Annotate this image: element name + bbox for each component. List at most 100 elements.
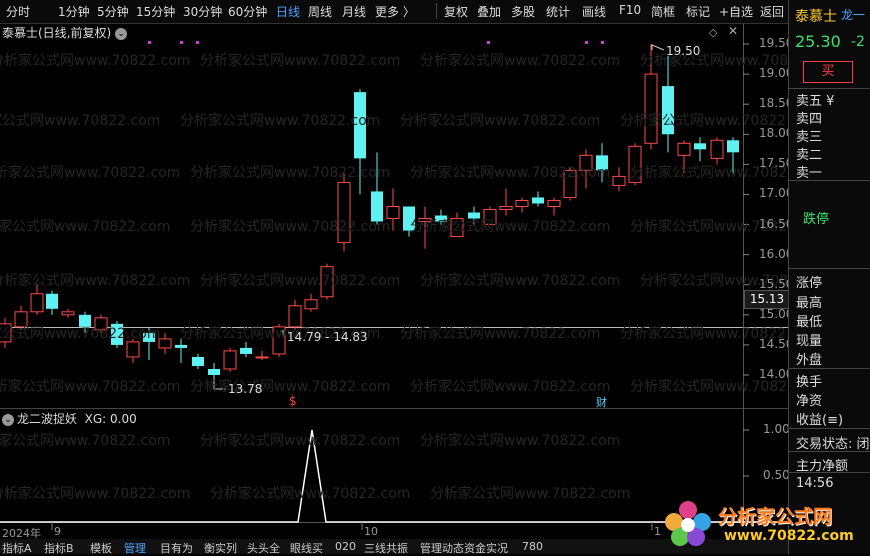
indicator-name: 龙二波捉妖 — [17, 412, 78, 426]
watermark-text: 分析家公式网www.70822.com — [190, 219, 391, 235]
field-turnover: 换手 — [796, 375, 823, 390]
divider — [789, 88, 870, 89]
watermark-text: 分析家公式网www.70822.com — [200, 53, 401, 69]
watermark-text: 分析家公式网www.70822.com — [420, 273, 621, 289]
watermark-text: 分析家公式网www.70822.com — [0, 273, 191, 289]
candle-body — [175, 344, 187, 348]
divider — [789, 472, 870, 473]
range-label: 14.79 - 14.83 — [287, 330, 368, 344]
flower-logo-icon — [665, 501, 711, 546]
watermark-text: 分析家公式网www.70822.com — [410, 165, 611, 181]
signal-dots — [148, 41, 604, 44]
candle-body — [727, 140, 739, 153]
watermark-text: 分析家公式网www.70822.com — [0, 433, 171, 449]
watermark-text: 分析家公式网www.70822.com — [400, 113, 601, 129]
watermark-text: 分析家公式网www.70822.com — [0, 486, 191, 502]
candle-body — [547, 199, 561, 207]
watermark-text: 分析家公式网www.70822.com — [190, 165, 391, 181]
watermark-text: 分析家公式网www.70822.com — [400, 326, 601, 342]
ask-level-3: 卖三 — [796, 130, 823, 145]
candle-body — [612, 175, 626, 186]
divider — [789, 368, 870, 369]
candle-body — [304, 299, 318, 310]
divider — [789, 180, 870, 181]
logo-url: www.70822.com — [724, 528, 854, 544]
candle-body — [710, 139, 724, 159]
time-display: 14:56 — [796, 476, 834, 491]
signal-dot — [487, 41, 490, 44]
candle-body — [46, 293, 58, 309]
watermark-text: 分析家公式网www.70822.com — [0, 53, 191, 69]
candle-body — [208, 368, 220, 375]
candle-body — [515, 199, 529, 207]
stock-name: 泰慕士 — [795, 9, 837, 25]
ask-level-2: 卖二 — [796, 148, 823, 163]
candle-body — [677, 142, 691, 156]
signal-dot — [148, 41, 151, 44]
dollar-marker[interactable]: $ — [289, 394, 297, 408]
ask-level-5: 卖五 ¥ — [796, 94, 835, 109]
watermark-text: 分析家公式网www.70822.com — [410, 379, 611, 395]
candle-body — [255, 356, 269, 359]
chevron-down-icon[interactable]: ⌄ — [2, 413, 14, 426]
watermark-text: 分析家公式网www.70822.com — [410, 219, 611, 235]
field-low: 最低 — [796, 315, 823, 330]
watermark-text: 分析家公式网www.70822.com — [200, 273, 401, 289]
field-earnings: 收益(≡) — [796, 413, 844, 428]
current-price: 25.30 — [795, 32, 841, 51]
stock-name-suffix: 龙一 — [841, 8, 866, 22]
watermark-text: 分析家公式网www.70822.com — [180, 113, 381, 129]
indicator-axis-label: 1.00 — [763, 422, 790, 436]
candle-body — [158, 338, 172, 349]
candle-body — [61, 311, 75, 316]
trade-status: 交易状态: 闭 — [796, 437, 870, 452]
watermark-text: 分析家公式网www.70822.com — [420, 433, 621, 449]
watermark-text: 分析家公式网www.70822.com — [0, 379, 181, 395]
watermark-text: 分析家公式网www.70822.com — [0, 165, 181, 181]
low-price-label: 13.78 — [228, 382, 263, 396]
high-price-label: 19.50 — [666, 44, 701, 58]
indicator-tab[interactable]: 020 — [335, 540, 356, 553]
field-limit-up: 涨停 — [796, 276, 823, 291]
field-high: 最高 — [796, 296, 823, 311]
logo-text: 分析家公式网 — [718, 506, 833, 528]
signal-dot — [601, 41, 604, 44]
time-label: 10 — [364, 525, 378, 538]
watermark-text: 分析家公式网www.70822.com — [210, 486, 411, 502]
candle-body — [532, 197, 544, 204]
candle-body — [192, 356, 204, 366]
current-price-tag: 15.13 — [744, 290, 790, 309]
field-net-assets: 净资 — [796, 394, 823, 409]
watermark-text: 分析家公式网www.70822.com — [200, 433, 401, 449]
field-outer-disk: 外盘 — [796, 353, 823, 368]
indicator-tab[interactable]: 780 — [522, 540, 543, 553]
candle-body — [30, 293, 44, 313]
watermark-text: 分析家公式网www.70822.com — [0, 326, 161, 342]
signal-dot — [196, 41, 199, 44]
candle-body — [499, 205, 513, 210]
watermark-text: 分析家公式网www.70822.com — [430, 486, 631, 502]
candle-body — [126, 341, 140, 358]
candle-body — [644, 73, 658, 144]
ask-level-1: 卖一 — [796, 166, 823, 181]
divider — [789, 451, 870, 452]
watermark-text: 分析家公式网www.70822.com — [190, 379, 391, 395]
quote-panel: 泰慕士 龙一 25.30 -2 买 卖五 ¥ 卖四 卖三 卖二 卖一 跌停 涨停… — [788, 0, 870, 554]
candle-body — [240, 347, 252, 354]
watermark-text: 分析家公式网www.70822.com — [420, 53, 621, 69]
site-logo: 分析家公式网 www.70822.com — [660, 496, 866, 552]
signal-dot — [180, 41, 183, 44]
price-change: -2 — [851, 34, 865, 50]
time-label: 9 — [54, 525, 61, 538]
field-volume: 现量 — [796, 334, 823, 349]
indicator-title: ⌄ 龙二波捉妖 XG: 0.00 — [0, 410, 137, 427]
divider — [789, 268, 870, 269]
indicator-value: XG: 0.00 — [84, 412, 137, 426]
finance-marker[interactable]: 财 — [596, 394, 607, 410]
divider — [789, 428, 870, 429]
watermark-text: 分析家公式网www.70822.com — [0, 113, 161, 129]
candle-body — [223, 350, 237, 370]
watermark-text: 分析家公式网www.70822.com — [0, 219, 171, 235]
signal-dot — [585, 41, 588, 44]
sell-button[interactable]: 买 — [803, 61, 853, 83]
